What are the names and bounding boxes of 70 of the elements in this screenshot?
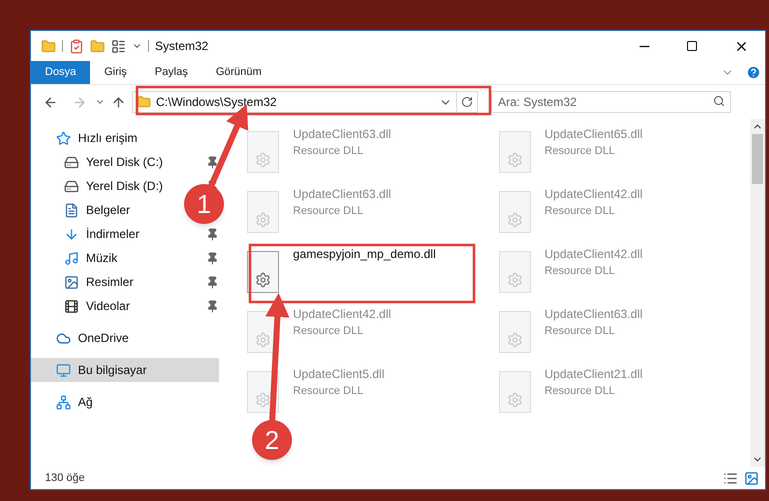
address-field[interactable]: C:\Windows\System32 (132, 91, 478, 113)
refresh-icon[interactable] (461, 96, 473, 108)
file-type: Resource DLL (544, 264, 616, 279)
ribbon-tab[interactable]: Görünüm (202, 61, 276, 84)
file-type: Resource DLL (293, 204, 364, 219)
download-arrow-icon (64, 226, 79, 242)
file-name: UpdateClient63.dll (293, 126, 392, 143)
file-name: UpdateClient42.dll (293, 306, 392, 323)
nav-item[interactable]: Bu bilgisayar (31, 358, 219, 382)
network-icon (56, 394, 71, 410)
window-title: System32 (155, 38, 210, 55)
search-field[interactable]: Ara: System32 (491, 91, 731, 113)
file-type: Resource DLL (293, 324, 364, 339)
search-icon[interactable] (713, 95, 725, 107)
file-type: Resource DLL (544, 384, 616, 399)
nav-item[interactable]: Hızlı erişim (31, 126, 146, 150)
nav-item[interactable]: Yerel Disk (D:) (31, 174, 171, 198)
nav-item[interactable]: OneDrive (31, 326, 137, 350)
file-type: Resource DLL (544, 144, 616, 159)
monitor-icon (56, 362, 71, 378)
film-icon (64, 298, 79, 314)
drive-icon (64, 178, 79, 194)
vertical-scrollbar[interactable] (750, 119, 765, 467)
file-name: UpdateClient5.dll (293, 366, 384, 383)
file-name: UpdateClient63.dll (293, 186, 392, 203)
checklist-icon[interactable] (69, 38, 84, 54)
dll-file-icon (247, 191, 279, 233)
file-name: UpdateClient63.dll (544, 306, 643, 323)
ribbon-tab[interactable]: Dosya (31, 61, 90, 84)
dll-file-icon (498, 311, 530, 353)
file-type: Resource DLL (544, 324, 616, 339)
document-icon (64, 202, 79, 218)
maximize-icon[interactable] (686, 40, 698, 52)
picture-icon (64, 274, 79, 290)
scroll-thumb[interactable] (752, 134, 763, 184)
file-name: gamespyjoin_mp_demo.dll (293, 246, 436, 263)
nav-item[interactable]: Yerel Disk (C:) (31, 150, 171, 174)
ribbon-tab[interactable]: Paylaş (140, 61, 202, 84)
file-item[interactable]: gamespyjoin_mp_demo.dll (247, 243, 436, 299)
ribbon-tab[interactable]: Giriş (90, 61, 141, 84)
address-path: C:\Windows\System32 (156, 94, 278, 111)
large-icons-view-icon[interactable] (744, 470, 759, 486)
dll-file-icon (247, 131, 279, 173)
nav-item[interactable]: İndirmeler (31, 222, 148, 246)
dll-file-icon (498, 251, 530, 293)
nav-item[interactable]: Videolar (31, 294, 138, 318)
nav-item[interactable]: Müzik (31, 246, 126, 270)
nav-item[interactable]: Ağ (31, 390, 101, 414)
nav-item[interactable]: Resimler (31, 270, 142, 294)
dll-file-icon (498, 371, 530, 413)
file-type: Resource DLL (293, 384, 364, 399)
file-type: Resource DLL (544, 204, 616, 219)
dll-file-icon (498, 191, 530, 233)
dll-file-icon (498, 131, 530, 173)
file-type: Resource DLL (293, 144, 364, 159)
item-count: 130 öğe (45, 470, 86, 486)
dll-file-icon (247, 251, 279, 293)
star-icon (56, 130, 71, 146)
help-icon[interactable] (746, 65, 761, 80)
music-note-icon (64, 250, 79, 266)
file-name: UpdateClient42.dll (544, 186, 643, 203)
details-view-icon[interactable] (723, 470, 738, 486)
file-name: UpdateClient65.dll (544, 126, 643, 143)
folder-icon (137, 95, 151, 109)
nav-item[interactable]: Belgeler (31, 198, 138, 222)
drive-icon (64, 154, 79, 170)
file-name: UpdateClient21.dll (544, 366, 643, 383)
file-name: UpdateClient42.dll (544, 246, 643, 263)
cloud-icon (56, 330, 71, 346)
properties-icon[interactable] (111, 38, 126, 54)
